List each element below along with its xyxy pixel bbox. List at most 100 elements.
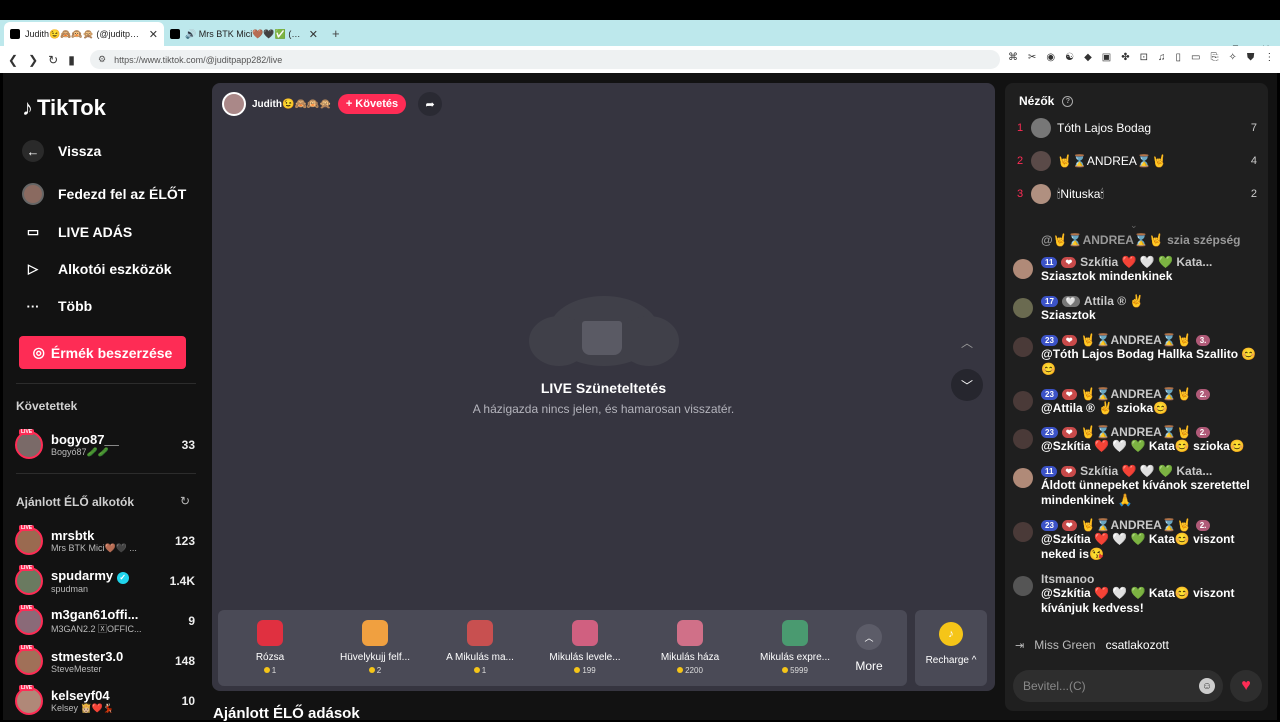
gift-price: 1 — [428, 666, 532, 675]
follow-button[interactable]: + Követés — [337, 94, 407, 114]
chat-username[interactable]: Attila ® ✌️ — [1084, 294, 1144, 308]
santa-house-gift-icon — [677, 620, 703, 646]
following-account[interactable]: LIVE bogyo87__ Bogyó87🥒🥒 33 — [15, 428, 195, 462]
host-avatar[interactable] — [222, 92, 246, 116]
next-stream-button[interactable]: ﹀ — [951, 369, 983, 401]
browser-tab[interactable]: 🔊 Mrs BTK Mici🤎🖤✅ (@mrsb... ✕ — [164, 22, 324, 46]
chat-username[interactable]: Szkítia ❤️ 🤍 💚 Kata... — [1080, 255, 1212, 269]
url-text[interactable]: https://www.tiktok.com/@juditpapp282/liv… — [114, 55, 282, 65]
top-viewer[interactable]: 1 Tóth Lajos Bodag 7 — [1017, 117, 1257, 139]
extension-icon[interactable]: ◆ — [1084, 52, 1092, 63]
left-sidebar: ♪ TikTok ← Vissza Fedezd fel az ÉLŐT ▭ L… — [3, 73, 203, 720]
browser-tab-active[interactable]: Judith😉🙈🙉🙊 (@juditpapp... ✕ — [4, 22, 164, 46]
avatar[interactable] — [1013, 576, 1033, 596]
top-viewer[interactable]: 3 🕯Nituska🕯 2 — [1017, 183, 1257, 205]
chat-username[interactable]: 🤘⌛ANDREA⌛🤘 — [1081, 387, 1192, 401]
close-tab-icon[interactable]: ✕ — [309, 28, 318, 41]
gift-item[interactable]: Mikulás háza 2200 — [638, 620, 742, 675]
previous-stream-button[interactable]: ︿ — [951, 326, 983, 358]
avatar[interactable] — [1013, 391, 1033, 411]
back-arrow-icon[interactable]: ❮ — [8, 53, 18, 67]
menu-icon[interactable]: ⋮ — [1264, 52, 1274, 63]
nav-live-studio[interactable]: ▭ LIVE ADÁS — [22, 221, 132, 243]
gift-item[interactable]: Mikulás expre... 5999 — [743, 620, 847, 675]
extension-icon[interactable]: ▣ — [1102, 52, 1111, 63]
share-icon[interactable]: ➦ — [418, 92, 443, 116]
chat-username[interactable]: 🤘⌛ANDREA⌛🤘 — [1081, 518, 1192, 532]
fan-badge: ❤ — [1061, 519, 1077, 531]
gift-item[interactable]: Mikulás levele... 199 — [533, 620, 637, 675]
tiktok-favicon-icon — [10, 29, 20, 39]
viewer-rank: 1 — [1017, 122, 1024, 134]
avatar[interactable] — [1013, 298, 1033, 318]
chat-username[interactable]: Szkítia ❤️ 🤍 💚 Kata... — [1080, 464, 1212, 478]
avatar[interactable] — [1013, 522, 1033, 542]
thumbs-up-gift-icon — [362, 620, 388, 646]
extension-icon[interactable]: ✂ — [1028, 52, 1036, 63]
nav-explore-live[interactable]: Fedezd fel az ÉLŐT — [22, 183, 186, 205]
join-name[interactable]: Miss Green — [1034, 638, 1095, 652]
recharge-button[interactable]: ♪ Recharge ^ — [915, 610, 987, 686]
forward-arrow-icon[interactable]: ❯ — [28, 53, 38, 67]
extension-icon[interactable]: ☯ — [1065, 52, 1074, 63]
more-gifts-button[interactable]: ︿ More — [845, 624, 893, 673]
site-settings-icon[interactable]: ⚙ — [98, 54, 106, 65]
extension-icon[interactable]: ✤ — [1121, 52, 1129, 63]
sidebar-icon[interactable]: ▯ — [1176, 52, 1182, 63]
host-header: Judith😉🙈🙉🙊 + Követés ➦ — [222, 92, 443, 116]
account-name: bogyo87__ — [51, 432, 119, 447]
refresh-icon[interactable]: ↻ — [180, 494, 190, 508]
gift-item[interactable]: Hüvelykujj felf... 2 — [323, 620, 427, 675]
expand-chevron-icon[interactable]: ⌄ — [1130, 220, 1138, 231]
viewer-count: 1.4K — [169, 574, 195, 588]
reload-icon[interactable]: ↻ — [48, 53, 58, 67]
chat-username[interactable]: 🤘⌛ANDREA⌛🤘 — [1081, 425, 1192, 439]
emoji-icon[interactable]: ☺ — [1199, 678, 1215, 694]
coffee-cloud-icon — [528, 281, 679, 366]
nav-more[interactable]: ··· Több — [22, 295, 93, 317]
suggested-account[interactable]: LIVE stmester3.0 SteveMester 148 — [15, 644, 195, 678]
tiktok-logo[interactable]: ♪ TikTok — [22, 95, 106, 121]
chat-message: @🤘⌛ANDREA⌛🤘 szia szépség — [1013, 233, 1263, 257]
music-icon[interactable]: ♫ — [1158, 52, 1166, 63]
suggested-account[interactable]: LIVE spudarmy ✓ spudman 1.4K — [15, 564, 195, 598]
tiktok-favicon-icon — [170, 29, 180, 39]
like-heart-button[interactable]: ♥ — [1230, 670, 1262, 702]
avatar[interactable] — [1013, 337, 1033, 357]
wallet-icon[interactable]: ▭ — [1191, 52, 1200, 63]
chat-username[interactable]: 🤘⌛ANDREA⌛🤘 — [1081, 333, 1192, 347]
gift-item[interactable]: A Mikulás ma... 1 — [428, 620, 532, 675]
help-icon[interactable]: ? — [1062, 95, 1074, 107]
suggested-account[interactable]: LIVE m3gan61offi... M3GAN2.2 🅇OFFIC... 9 — [15, 604, 195, 638]
fan-badge: ❤ — [1061, 334, 1077, 346]
gift-item[interactable]: Rózsa 1 — [218, 620, 322, 675]
host-name[interactable]: Judith😉🙈🙉🙊 — [252, 99, 332, 110]
bookmark-icon[interactable]: ▮ — [68, 53, 75, 67]
live-tag: LIVE — [19, 645, 35, 651]
share-icon[interactable]: ⎘ — [1211, 52, 1219, 63]
extension-icon[interactable]: ◉ — [1046, 52, 1055, 63]
suggested-account[interactable]: LIVE mrsbtk Mrs BTK Mici🤎🖤 ... 123 — [15, 524, 195, 558]
gift-name: A Mikulás ma... — [446, 652, 514, 663]
shield-icon[interactable]: ⛊ — [1247, 52, 1255, 63]
get-coins-button[interactable]: ◎ Érmék beszerzése — [19, 336, 186, 369]
avatar: LIVE — [15, 605, 43, 635]
star-icon[interactable]: ✧ — [1229, 52, 1237, 63]
translate-icon[interactable]: ⌘ — [1008, 52, 1018, 63]
avatar[interactable] — [1013, 429, 1033, 449]
suggested-account[interactable]: LIVE kelseyf04 Kelsey 👸🏼❤️💃🏻 10 — [15, 684, 195, 718]
back-link[interactable]: ← Vissza — [22, 140, 101, 162]
avatar[interactable] — [1013, 468, 1033, 488]
chat-input[interactable]: Bevitel...(C) ☺ — [1013, 670, 1223, 702]
level-badge: 23 — [1041, 426, 1058, 438]
extension-icon[interactable]: ⊡ — [1140, 52, 1148, 63]
top-viewer[interactable]: 2 🤘⌛ANDREA⌛🤘 4 — [1017, 150, 1257, 172]
avatar[interactable] — [1013, 259, 1033, 279]
chat-username[interactable]: Itsmanoo — [1041, 572, 1094, 586]
avatar — [1031, 151, 1051, 171]
new-tab-button[interactable]: + — [332, 26, 340, 41]
nav-creator-tools[interactable]: ▷ Alkotói eszközök — [22, 258, 172, 280]
fan-badge: ❤ — [1061, 256, 1077, 268]
address-bar[interactable]: ⚙ https://www.tiktok.com/@juditpapp282/l… — [90, 50, 1000, 69]
close-tab-icon[interactable]: ✕ — [149, 28, 158, 41]
